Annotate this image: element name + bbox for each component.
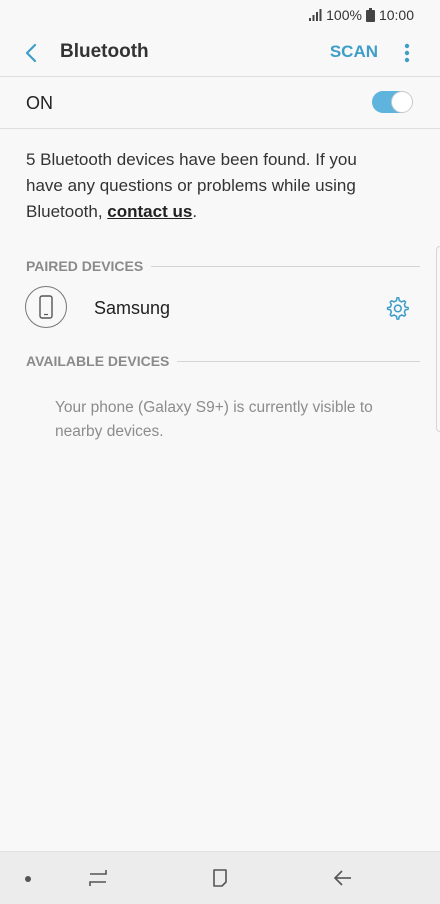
phone-icon	[25, 286, 67, 328]
battery-percent: 100%	[326, 7, 362, 23]
section-divider	[151, 265, 420, 267]
back-arrow-icon[interactable]	[18, 40, 44, 66]
nav-dot-indicator	[25, 876, 31, 882]
status-bar: 100% 10:00	[0, 0, 440, 30]
section-divider	[177, 360, 420, 362]
toggle-knob	[391, 91, 413, 113]
app-header: Bluetooth SCAN	[0, 30, 440, 76]
list-item[interactable]: Samsung	[0, 285, 440, 331]
signal-icon	[308, 9, 322, 21]
recent-apps-icon[interactable]	[85, 866, 111, 890]
info-text: 5 Bluetooth devices have been found. If …	[26, 147, 396, 225]
info-text-end: .	[192, 202, 198, 221]
contact-us-link[interactable]: contact us	[107, 202, 192, 221]
toggle-label: ON	[26, 93, 53, 113]
paired-devices-header: PAIRED DEVICES	[26, 258, 420, 274]
toggle-divider	[0, 128, 440, 129]
battery-icon	[365, 8, 375, 22]
available-devices-header: AVAILABLE DEVICES	[26, 353, 420, 369]
device-name: Samsung	[94, 298, 171, 318]
bluetooth-toggle-row[interactable]: ON	[0, 77, 440, 128]
visibility-note: Your phone (Galaxy S9+) is currently vis…	[55, 399, 373, 440]
home-icon[interactable]	[207, 866, 233, 890]
navigation-bar	[0, 851, 440, 904]
back-icon[interactable]	[330, 866, 356, 890]
bluetooth-toggle-switch[interactable]	[372, 91, 413, 113]
available-devices-title: AVAILABLE DEVICES	[26, 353, 170, 369]
more-options-icon[interactable]	[398, 42, 416, 64]
scan-button[interactable]: SCAN	[330, 42, 378, 62]
clock: 10:00	[378, 7, 414, 23]
paired-devices-title: PAIRED DEVICES	[26, 258, 144, 274]
gear-icon[interactable]	[384, 295, 410, 321]
page-title: Bluetooth	[60, 41, 149, 62]
edge-panel-handle[interactable]	[436, 246, 440, 432]
